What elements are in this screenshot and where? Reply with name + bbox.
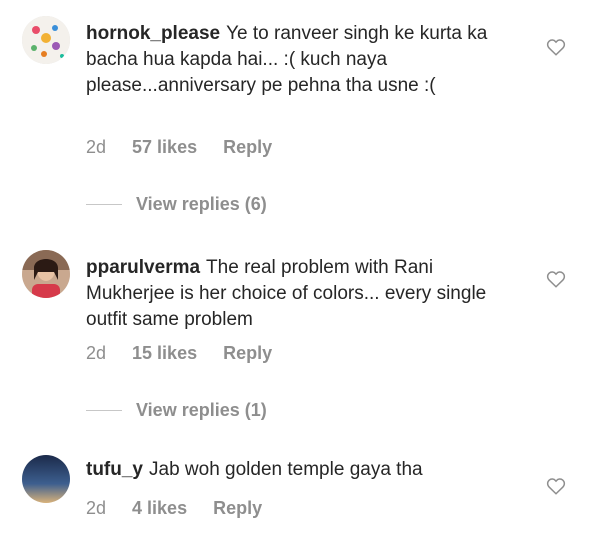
divider-line: [86, 204, 122, 205]
reply-button[interactable]: Reply: [223, 343, 272, 364]
heart-icon[interactable]: [546, 270, 566, 288]
comment-meta: 2d 57 likes Reply: [86, 137, 272, 158]
view-replies-label: View replies (6): [136, 194, 267, 214]
comment-age: 2d: [86, 343, 107, 363]
avatar[interactable]: [22, 250, 70, 298]
comment-text: pparulverma The real problem with Rani Mu…: [86, 255, 526, 333]
view-replies-button[interactable]: View replies (1): [86, 400, 267, 421]
heart-icon[interactable]: [546, 477, 566, 495]
avatar[interactable]: [22, 455, 70, 503]
view-replies-label: View replies (1): [136, 400, 267, 420]
comment-age: 2d: [86, 498, 107, 518]
avatar-image: [22, 250, 70, 298]
comment-meta: 2d 15 likes Reply: [86, 343, 272, 364]
reply-button[interactable]: Reply: [223, 137, 272, 158]
heart-icon[interactable]: [546, 38, 566, 56]
likes-count-link[interactable]: 57 likes: [132, 137, 197, 158]
comment-text: tufu_y Jab woh golden temple gaya tha: [86, 457, 526, 483]
avatar[interactable]: [22, 16, 70, 64]
divider-line: [86, 410, 122, 411]
comment-username[interactable]: pparulverma: [86, 257, 200, 278]
comment-username[interactable]: tufu_y: [86, 459, 143, 480]
avatar-image: [22, 455, 70, 503]
comment-text: hornok_please Ye to ranveer singh ke kurt…: [86, 21, 526, 99]
avatar-image: [22, 16, 70, 64]
likes-count-link[interactable]: 15 likes: [132, 343, 197, 364]
comment-message: Jab woh golden temple gaya tha: [149, 459, 423, 480]
comment-username[interactable]: hornok_please: [86, 23, 220, 44]
view-replies-button[interactable]: View replies (6): [86, 194, 267, 215]
comment-meta: 2d 4 likes Reply: [86, 498, 262, 519]
reply-button[interactable]: Reply: [213, 498, 262, 519]
comment-age: 2d: [86, 137, 107, 157]
likes-count-link[interactable]: 4 likes: [132, 498, 187, 519]
